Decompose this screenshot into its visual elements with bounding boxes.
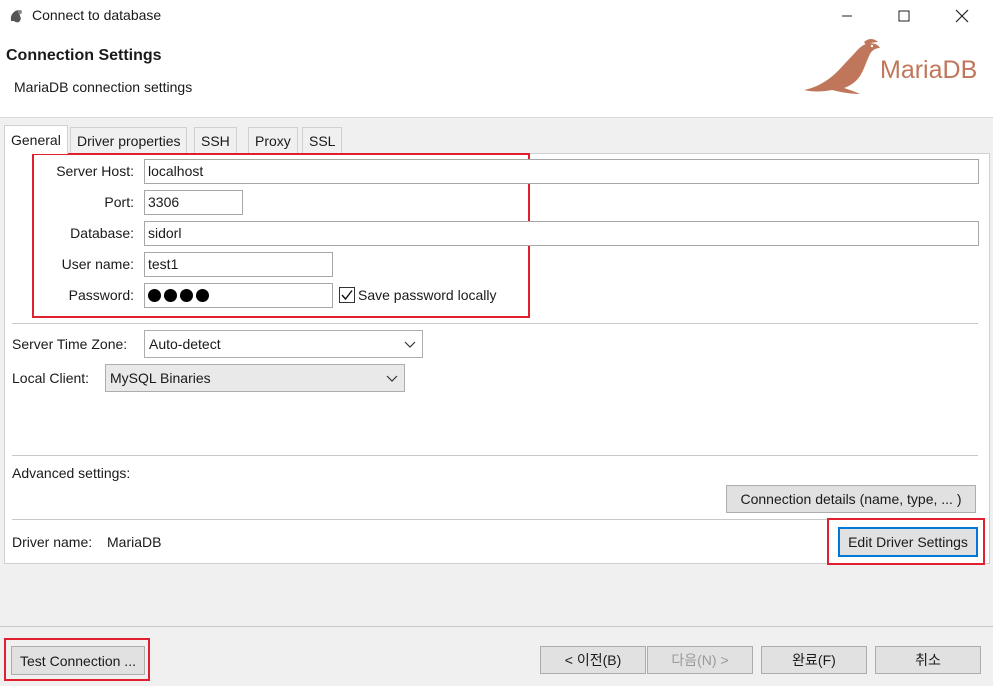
title-bar: Connect to database xyxy=(0,0,993,32)
connection-details-button[interactable]: Connection details (name, type, ... ) xyxy=(726,485,976,513)
cancel-button[interactable]: 취소 xyxy=(875,646,981,674)
window-title: Connect to database xyxy=(32,7,162,23)
password-mask xyxy=(148,287,329,304)
server-host-label: Server Host: xyxy=(56,163,134,179)
maximize-icon xyxy=(898,10,910,22)
maximize-button[interactable] xyxy=(881,0,927,32)
password-dot xyxy=(148,289,161,302)
timezone-label: Server Time Zone: xyxy=(12,336,128,352)
chevron-down-icon xyxy=(386,375,398,382)
finish-button[interactable]: 완료(F) xyxy=(761,646,867,674)
test-connection-button[interactable]: Test Connection ... xyxy=(11,646,145,675)
save-password-label[interactable]: Save password locally xyxy=(358,287,497,303)
local-client-label: Local Client: xyxy=(12,370,90,386)
page-subtitle: MariaDB connection settings xyxy=(14,79,193,95)
chevron-down-icon xyxy=(404,341,416,348)
username-input[interactable]: test1 xyxy=(144,252,333,277)
prev-button[interactable]: < 이전(B) xyxy=(540,646,646,674)
password-dot xyxy=(180,289,193,302)
separator xyxy=(12,323,978,324)
local-client-value: MySQL Binaries xyxy=(110,370,211,386)
tab-ssl[interactable]: SSL xyxy=(302,127,343,153)
next-button[interactable]: 다음(N) > xyxy=(647,646,753,674)
sea-lion-icon xyxy=(804,39,880,94)
close-button[interactable] xyxy=(939,0,985,32)
tab-general[interactable]: General xyxy=(4,125,68,154)
driver-name-label: Driver name: xyxy=(12,534,93,550)
timezone-value: Auto-detect xyxy=(149,336,221,352)
password-label: Password: xyxy=(68,287,134,303)
timezone-select[interactable]: Auto-detect xyxy=(144,330,423,358)
footer-separator xyxy=(0,626,993,627)
tab-proxy[interactable]: Proxy xyxy=(248,127,298,153)
app-icon xyxy=(10,10,22,23)
checkmark-icon xyxy=(341,290,353,301)
tab-ssh[interactable]: SSH xyxy=(194,127,237,153)
local-client-select[interactable]: MySQL Binaries xyxy=(105,364,405,392)
mariadb-logo: MariaDB xyxy=(800,34,992,96)
password-input[interactable] xyxy=(144,283,333,308)
tab-driver-properties[interactable]: Driver properties xyxy=(70,127,188,153)
port-label: Port: xyxy=(104,194,134,210)
separator xyxy=(12,455,978,456)
username-label: User name: xyxy=(61,256,134,272)
port-input[interactable]: 3306 xyxy=(144,190,243,215)
database-label: Database: xyxy=(70,225,134,241)
close-icon xyxy=(955,9,969,23)
advanced-settings-label: Advanced settings: xyxy=(12,465,131,481)
minimize-button[interactable] xyxy=(824,0,870,32)
minimize-icon xyxy=(842,15,852,17)
server-host-input[interactable]: localhost xyxy=(144,159,979,184)
logo-text: MariaDB xyxy=(880,56,978,84)
wizard-header: Connection Settings MariaDB connection s… xyxy=(0,32,993,118)
password-dot xyxy=(164,289,177,302)
password-dot xyxy=(196,289,209,302)
edit-driver-settings-button[interactable]: Edit Driver Settings xyxy=(838,527,978,557)
driver-name-value: MariaDB xyxy=(107,534,162,550)
page-title: Connection Settings xyxy=(6,47,162,64)
database-input[interactable]: sidorl xyxy=(144,221,979,246)
save-password-checkbox[interactable] xyxy=(339,287,355,303)
